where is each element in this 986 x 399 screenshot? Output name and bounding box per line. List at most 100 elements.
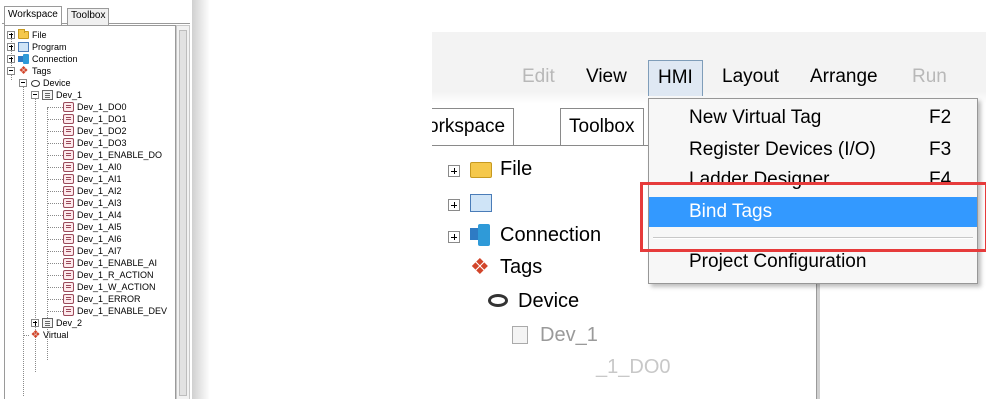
tab-workspace[interactable]: Workspace [4,6,62,25]
expand-icon[interactable] [448,199,460,211]
tag-icon [63,246,74,256]
virtual-tags-icon: ❖ [30,329,41,341]
tree-connector [47,263,63,264]
tree-label: Dev_1_AI1 [77,174,122,184]
tree-item-tag[interactable]: Dev_1_AI2 [5,185,175,197]
menu-item-register-devices[interactable]: Register Devices (I/O) F3 [649,135,977,165]
tag-icon [63,294,74,304]
collapse-icon[interactable] [31,91,39,99]
tag-icon [63,138,74,148]
expand-icon[interactable] [31,319,39,327]
tag-icon [63,150,74,160]
tag-icon [63,174,74,184]
tree-item-connection[interactable]: Connection [5,53,175,65]
tree-item-device[interactable]: Device [5,77,175,89]
tree-item-tag[interactable]: Dev_1_AI7 [5,245,175,257]
tree-item-tag[interactable]: Dev_1_DO1 [5,113,175,125]
tree-connector [47,299,63,300]
tree-label: Dev_1 [56,90,83,100]
tree-item-dev2[interactable]: Dev_2 [5,317,175,329]
menu-edit[interactable]: Edit [522,66,555,88]
tree-item-file[interactable]: File [5,29,175,41]
expand-icon[interactable] [7,55,15,63]
menu-run[interactable]: Run [912,66,947,88]
tag-icon [63,198,74,208]
tree-connector [47,215,63,216]
tab-workspace[interactable]: orkspace [432,108,515,146]
tree-connector [47,179,63,180]
tree-item-tag[interactable]: Dev_1_AI3 [5,197,175,209]
workspace-panel: Workspace Toolbox File Program Connectio… [0,0,200,399]
scrollbar-thumb[interactable] [179,30,187,396]
tree-label: Connection [500,224,602,246]
tree-item-tag[interactable]: Dev_1_ENABLE_DO [5,149,175,161]
tree-item-tag[interactable]: Dev_1_AI5 [5,221,175,233]
connection-icon [470,228,478,240]
tree-label: Dev_1_AI5 [77,222,122,232]
tree-item-tag[interactable]: Dev_1_R_ACTION [5,269,175,281]
menu-item-new-virtual-tag[interactable]: New Virtual Tag F2 [649,103,977,133]
device-icon [488,294,508,307]
tree-item-tag[interactable]: Dev_1_DO0 [5,101,175,113]
tree-item-tag[interactable]: Dev_1_ERROR [5,293,175,305]
tree-item-tag[interactable]: Dev_1_AI1 [5,173,175,185]
folder-icon [18,29,29,39]
tree-label: _1_DO0 [596,356,671,378]
tree-label: Dev_1 [540,324,598,346]
tree-connector [47,131,63,132]
menu-item-shortcut: F3 [929,139,952,160]
tree-label: Dev_1_DO1 [77,114,127,124]
expand-icon[interactable] [7,43,15,51]
expand-icon[interactable] [448,165,460,177]
tree-label: Tags [500,256,543,278]
tree-label: Dev_2 [56,318,83,328]
tree-item-dev1[interactable]: Dev_1 [5,89,175,101]
tag-icon [63,282,74,292]
tree-item-tag[interactable]: Dev_1_ENABLE_DEV [5,305,175,317]
menu-item-shortcut: F2 [929,107,952,128]
tree-item-tag[interactable]: Dev_1_AI6 [5,233,175,245]
expand-icon[interactable] [448,231,460,243]
tree-item-virtual[interactable]: ❖ Virtual [5,329,175,341]
program-icon [470,194,492,212]
tree-item-tag[interactable]: Dev_1_W_ACTION [5,281,175,293]
tree-item-tag[interactable]: Dev_1_DO3 [5,137,175,149]
tree-label: File [500,158,533,180]
tab-toolbox[interactable]: Toolbox [67,8,110,25]
tab-toolbox[interactable]: Toolbox [560,108,644,146]
menu-view[interactable]: View [586,66,627,88]
tree-item-program[interactable]: Program [5,41,175,53]
tree-connector [47,191,63,192]
tree-label: Dev_1_R_ACTION [77,270,154,280]
menu-layout[interactable]: Layout [722,66,779,88]
tree-label: Virtual [43,330,69,340]
tree-label: Dev_1_AI3 [77,198,122,208]
tree-label: Dev_1_DO2 [77,126,127,136]
menu-item-label: New Virtual Tag [689,107,822,128]
tree-item-tag[interactable]: Dev_1_AI0 [5,161,175,173]
tree-connector [47,167,63,168]
collapse-icon[interactable] [7,67,15,75]
tag-icon [63,222,74,232]
collapse-icon[interactable] [19,79,27,87]
vertical-scrollbar[interactable] [176,25,190,399]
tree-label: Dev_1_AI4 [77,210,122,220]
tree-label: Dev_1_ENABLE_AI [77,258,158,268]
tree-label: Dev_1_ERROR [77,294,141,304]
tree-item-tag[interactable]: Dev_1_ENABLE_AI [5,257,175,269]
tree-label: Device [518,290,580,312]
connection-icon-part [478,224,490,246]
tree-item-tag[interactable]: Dev_1_AI4 [5,209,175,221]
expand-icon[interactable] [7,31,15,39]
tree-label: Dev_1_DO3 [77,138,127,148]
tree-connector [47,287,63,288]
menu-arrange[interactable]: Arrange [810,66,878,88]
panel-shadow [192,0,210,399]
tree-connector [47,107,63,108]
tree-item-tag[interactable]: Dev_1_DO2 [5,125,175,137]
panel-splitter[interactable] [816,284,820,399]
tree-item-tags[interactable]: ❖ Tags [5,65,175,77]
tree-connector [47,143,63,144]
menu-hmi[interactable]: HMI [648,60,703,96]
tree-label: Dev_1_AI0 [77,162,122,172]
